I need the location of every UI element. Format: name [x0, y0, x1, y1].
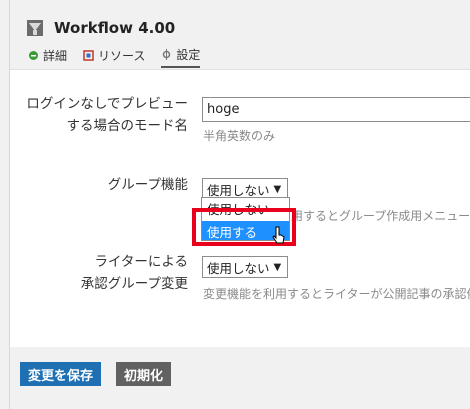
resource-icon [83, 50, 94, 61]
tab-settings[interactable]: 設定 [161, 46, 201, 68]
writer-group-selected-value: 使用しない [207, 260, 270, 276]
tab-settings-label: 設定 [176, 48, 201, 62]
writer-group-select[interactable]: 使用しない ▼ [202, 256, 288, 278]
preview-mode-hint: 半角英数のみ [203, 129, 276, 143]
tab-detail[interactable]: 詳細 [28, 47, 67, 67]
workflow-logo-icon [26, 19, 44, 37]
dropdown-option-unused[interactable]: 使用しない [202, 198, 289, 217]
writer-group-hint: 変更機能を利用するとライターが公開記事の承認依 [203, 287, 470, 301]
group-feature-hint: 用するとグループ作成用メニュー [291, 209, 470, 223]
writer-group-label-line1: ライターによる [94, 254, 188, 270]
group-feature-label: グループ機能 [107, 177, 188, 193]
group-feature-selected-value: 使用しない [207, 182, 270, 198]
chevron-down-icon: ▼ [273, 261, 282, 273]
tab-resource-label: リソース [98, 49, 146, 63]
writer-group-label-line2: 承認グループ変更 [80, 276, 188, 292]
tab-bar: 詳細 リソース 設定 [28, 46, 216, 68]
settings-icon [161, 49, 172, 60]
app-frame: Workflow 4.00 詳細 リソース 設定 ログインなしでプレビュー する… [0, 0, 470, 409]
page-header: Workflow 4.00 [26, 19, 175, 37]
mouse-pointer-icon [271, 226, 287, 246]
tab-detail-label: 詳細 [43, 49, 68, 63]
reset-button[interactable]: 初期化 [116, 362, 172, 386]
preview-mode-label-line1: ログインなしでプレビュー [26, 96, 188, 112]
chevron-down-icon: ▼ [273, 183, 282, 195]
preview-mode-label-line2: する場合のモード名 [66, 118, 189, 134]
writer-group-label: ライターによる 承認グループ変更 [22, 251, 188, 295]
page-title: Workflow 4.00 [54, 19, 176, 37]
save-button[interactable]: 変更を保存 [20, 362, 102, 386]
tab-resource[interactable]: リソース [83, 47, 145, 67]
detail-icon [28, 50, 39, 61]
preview-mode-input[interactable] [202, 97, 470, 122]
preview-mode-label: ログインなしでプレビュー する場合のモード名 [22, 93, 188, 137]
